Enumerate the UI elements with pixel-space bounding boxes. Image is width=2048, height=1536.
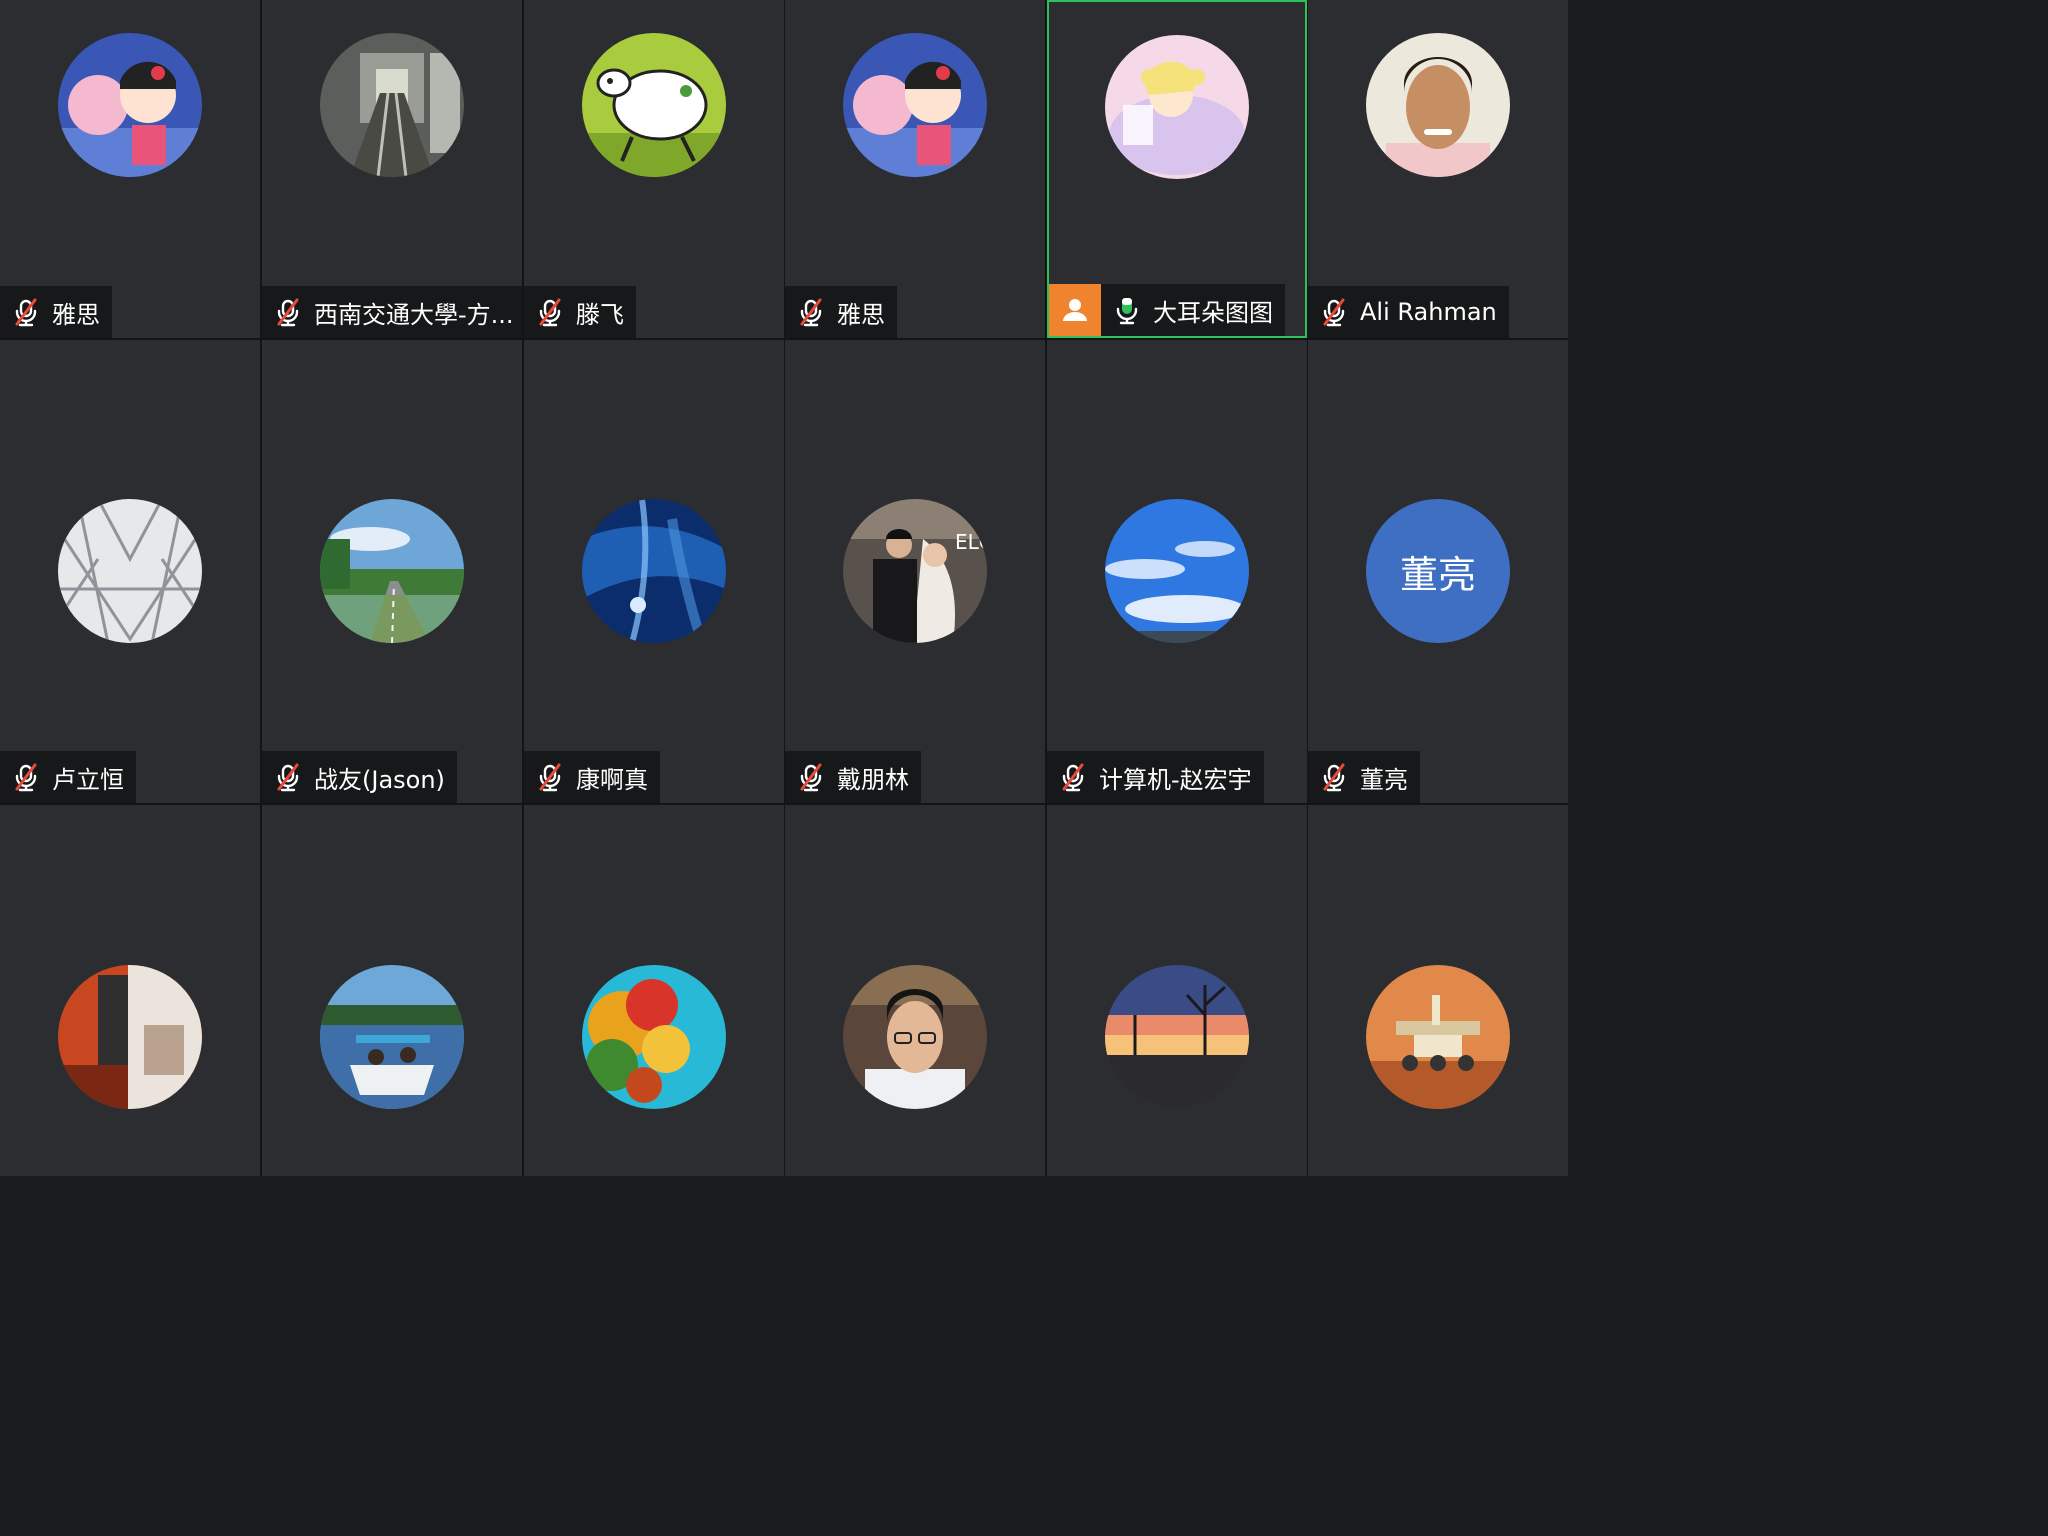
participant-name: 战友(Jason) [314, 765, 445, 794]
participant-avatar [58, 965, 202, 1109]
participant-avatar [1105, 499, 1249, 643]
participant-avatar [582, 965, 726, 1109]
mic-muted-icon [1318, 761, 1350, 793]
mic-muted-icon [795, 296, 827, 328]
participant-avatar [843, 965, 987, 1109]
participant-tile[interactable] [262, 805, 522, 1176]
participant-name: 西南交通大學-方... [314, 300, 514, 329]
participant-avatar [843, 33, 987, 177]
participant-avatar: 董亮 [1366, 499, 1510, 643]
participant-tile[interactable] [785, 805, 1045, 1176]
participant-avatar [582, 499, 726, 643]
participant-name: 戴朋林 [837, 765, 909, 794]
participant-tile[interactable]: 董亮 董亮 [1308, 340, 1568, 803]
participant-tile[interactable] [1308, 805, 1568, 1176]
participant-name: 大耳朵图图 [1153, 298, 1273, 327]
svg-text:ELC: ELC [955, 530, 987, 554]
participant-nametag: 滕飞 [524, 286, 636, 338]
participant-nametag: 大耳朵图图 [1049, 284, 1285, 336]
mic-muted-icon [534, 296, 566, 328]
participant-avatar [1366, 965, 1510, 1109]
participant-tile[interactable]: Ali Rahman [1308, 0, 1568, 338]
participant-tile[interactable] [524, 805, 784, 1176]
participant-avatar: ELC [843, 499, 987, 643]
participant-nametag: 卢立恒 [0, 751, 136, 803]
participant-avatar [582, 33, 726, 177]
participant-name: 计算机-赵宏宇 [1099, 765, 1252, 794]
video-grid: 雅思 西南交通大學-方... 滕飞 雅思 大耳朵图图 Ali Rahman 卢立… [0, 0, 1568, 1176]
participant-name: 董亮 [1360, 765, 1408, 794]
participant-nametag: 雅思 [0, 286, 112, 338]
participant-nametag: 康啊真 [524, 751, 660, 803]
participant-tile[interactable]: 康啊真 [524, 340, 784, 803]
mic-muted-icon [10, 761, 42, 793]
mic-muted-icon [10, 296, 42, 328]
mic-active-icon [1111, 294, 1143, 326]
participant-name: 雅思 [52, 300, 100, 329]
mic-muted-icon [1318, 296, 1350, 328]
host-icon [1049, 284, 1101, 336]
participant-name: 雅思 [837, 300, 885, 329]
participant-tile[interactable]: 战友(Jason) [262, 340, 522, 803]
participant-nametag: Ali Rahman [1308, 286, 1509, 338]
participant-avatar [1105, 965, 1249, 1109]
participant-name: 康啊真 [576, 765, 648, 794]
participant-avatar [320, 33, 464, 177]
participant-avatar [58, 33, 202, 177]
participant-avatar [320, 965, 464, 1109]
participant-avatar [1366, 33, 1510, 177]
mic-muted-icon [272, 761, 304, 793]
participant-tile[interactable]: 计算机-赵宏宇 [1047, 340, 1307, 803]
participant-nametag: 西南交通大學-方... [262, 286, 522, 338]
participant-tile[interactable]: 雅思 [0, 0, 260, 338]
participant-name: Ali Rahman [1360, 298, 1497, 326]
participant-avatar [58, 499, 202, 643]
participant-name: 卢立恒 [52, 765, 124, 794]
mic-muted-icon [1057, 761, 1089, 793]
mic-muted-icon [534, 761, 566, 793]
participant-tile[interactable]: ELC 戴朋林 [785, 340, 1045, 803]
participant-tile[interactable]: 大耳朵图图 [1047, 0, 1307, 338]
participant-tile[interactable] [0, 805, 260, 1176]
participant-nametag: 董亮 [1308, 751, 1420, 803]
participant-avatar [320, 499, 464, 643]
participant-nametag: 戴朋林 [785, 751, 921, 803]
participant-tile[interactable]: 雅思 [785, 0, 1045, 338]
participant-tile[interactable]: 滕飞 [524, 0, 784, 338]
mic-muted-icon [795, 761, 827, 793]
participant-name: 滕飞 [576, 300, 624, 329]
participant-nametag: 计算机-赵宏宇 [1047, 751, 1264, 803]
participant-tile[interactable]: 西南交通大學-方... [262, 0, 522, 338]
participant-nametag: 战友(Jason) [262, 751, 457, 803]
participant-nametag: 雅思 [785, 286, 897, 338]
participant-tile[interactable] [1047, 805, 1307, 1176]
mic-muted-icon [272, 296, 304, 328]
participant-avatar [1105, 35, 1249, 179]
participant-tile[interactable]: 卢立恒 [0, 340, 260, 803]
